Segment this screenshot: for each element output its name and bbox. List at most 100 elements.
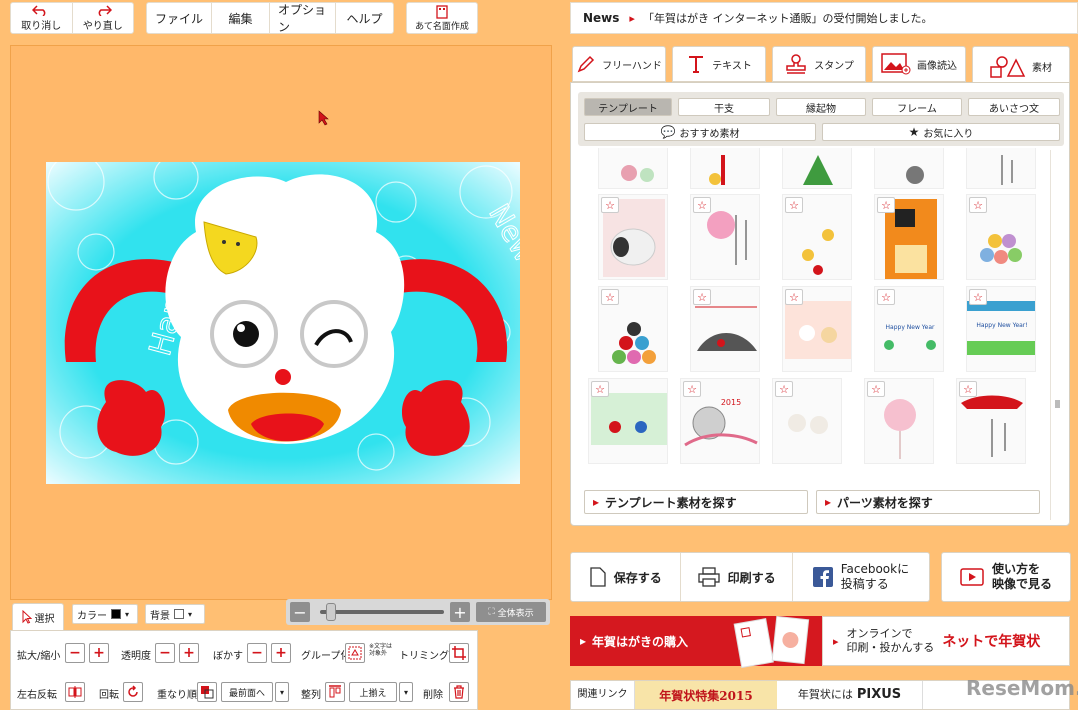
template-thumbnail[interactable] [782,148,852,189]
order-icon-button[interactable] [197,682,217,702]
template-thumbnail[interactable]: ☆ [588,378,668,464]
blur-up-button[interactable]: + [271,643,291,663]
favorite-star-icon[interactable]: ☆ [601,197,619,213]
save-button[interactable]: 保存する [571,553,680,601]
template-thumbnail[interactable]: ☆ Happy New Year [874,286,944,372]
template-thumbnail[interactable] [690,148,760,189]
favorite-star-icon[interactable]: ☆ [785,197,803,213]
group-note-2: 対象外 [369,650,388,658]
stamp-icon [786,54,806,74]
template-thumbnail[interactable] [966,148,1036,189]
template-thumbnail[interactable] [598,148,668,189]
category-engimono[interactable]: 縁起物 [776,98,866,116]
favorite-star-icon[interactable]: ☆ [969,289,987,305]
group-button[interactable] [345,643,365,663]
zoom-slider-thumb[interactable] [326,603,336,621]
favorite-star-icon[interactable]: ☆ [775,381,793,397]
facebook-icon [812,567,833,587]
category-greeting[interactable]: あいさつ文 [968,98,1060,116]
pixus-prefix: 年賀状には [797,688,853,701]
pencil-icon [577,55,595,73]
subcategory-recommended[interactable]: 💬 おすすめ素材 [584,123,816,141]
postcard-preview[interactable]: Happy New Year! [46,162,520,484]
delete-button[interactable] [449,682,469,702]
subcategory-favorites[interactable]: ★ お気に入り [822,123,1060,141]
menu-file[interactable]: ファイル [147,3,211,33]
trim-button[interactable] [449,643,469,663]
align-select[interactable]: 上揃え [349,682,397,702]
align-icon-button[interactable] [325,682,345,702]
tab-material[interactable]: 素材 [972,46,1070,86]
arrow-icon: ▸ [629,11,635,25]
category-eto[interactable]: 干支 [678,98,770,116]
favorite-star-icon[interactable]: ☆ [591,381,609,397]
menu-edit[interactable]: 編集 [211,3,269,33]
news-link[interactable]: 「年賀はがき インターネット通販」の受付開始しました。 [643,10,933,26]
find-template-button[interactable]: ▸ テンプレート素材を探す [584,490,808,514]
how-to-video-button[interactable]: 使い方を 映像で見る [941,552,1071,602]
menu-options[interactable]: オプション [269,3,335,34]
background-dropdown[interactable]: 背景 ▾ [145,604,205,624]
facebook-post-button[interactable]: Facebookに 投稿する [791,553,929,601]
favorite-star-icon[interactable]: ☆ [693,289,711,305]
favorite-star-icon[interactable]: ☆ [601,289,619,305]
favorite-star-icon[interactable]: ☆ [683,381,701,397]
opacity-up-button[interactable]: + [179,643,199,663]
template-thumbnail[interactable]: ☆ [782,194,852,280]
nengajo-feature-link[interactable]: 年賀状特集2015 [635,681,777,709]
favorite-star-icon[interactable]: ☆ [877,197,895,213]
favorite-star-icon[interactable]: ☆ [959,381,977,397]
category-template[interactable]: テンプレート [584,98,672,116]
order-dropdown-arrow-icon[interactable]: ▾ [275,682,289,702]
zoom-bar: − + ⛶ 全体表示 [286,599,550,625]
template-thumbnail[interactable]: ☆ [772,378,842,464]
fit-all-button[interactable]: ⛶ 全体表示 [476,602,546,622]
template-thumbnail[interactable]: ☆ 2015 [680,378,760,464]
zoom-in-button[interactable]: + [450,602,470,622]
zoom-out-button[interactable]: − [290,602,310,622]
category-frame[interactable]: フレーム [872,98,962,116]
favorite-star-icon[interactable]: ☆ [877,289,895,305]
align-dropdown-arrow-icon[interactable]: ▾ [399,682,413,702]
pixus-link[interactable]: 年賀状には PIXUS [777,681,923,709]
zoom-slider-track[interactable] [320,610,444,614]
tab-stamp[interactable]: スタンプ [772,46,866,82]
scale-down-button[interactable]: − [65,643,85,663]
opacity-down-button[interactable]: − [155,643,175,663]
print-button[interactable]: 印刷する [680,553,791,601]
template-thumbnail[interactable]: ☆ [874,194,944,280]
color-dropdown[interactable]: カラー ▾ [72,604,138,624]
address-side-button[interactable]: あて名面作成 [406,2,478,34]
template-thumbnail[interactable]: ☆ [598,194,668,280]
template-thumbnail[interactable]: ☆ [864,378,934,464]
redo-button[interactable]: やり直し [71,3,134,33]
undo-button[interactable]: 取り消し [11,3,72,33]
favorite-star-icon[interactable]: ☆ [867,381,885,397]
favorite-star-icon[interactable]: ☆ [693,197,711,213]
tab-image-load[interactable]: 画像読込 [872,46,966,82]
tab-text[interactable]: テキスト [672,46,766,82]
order-select[interactable]: 最前面へ [221,682,273,702]
blur-down-button[interactable]: − [247,643,267,663]
template-thumbnail[interactable]: ☆ [956,378,1026,464]
favorite-star-icon[interactable]: ☆ [969,197,987,213]
template-thumbnail[interactable]: ☆ [690,194,760,280]
select-tool-tab[interactable]: 選択 [12,603,64,631]
buy-postcards-label: 年賀はがきの購入 [592,634,689,649]
template-thumbnail[interactable]: ☆ [966,194,1036,280]
tab-freehand[interactable]: フリーハンド [572,46,666,82]
template-thumbnail[interactable]: ☆ Happy New Year! [966,286,1036,372]
online-print-banner[interactable]: ▸ オンラインで 印刷・投かんする ネットで年賀状 [822,616,1070,666]
menu-help[interactable]: ヘルプ [335,3,393,33]
scroll-thumb[interactable] [1055,400,1060,408]
scale-up-button[interactable]: + [89,643,109,663]
template-thumbnail[interactable] [874,148,944,189]
panel-scrollbar[interactable] [1050,150,1064,520]
template-thumbnail[interactable]: ☆ [690,286,760,372]
favorite-star-icon[interactable]: ☆ [785,289,803,305]
rotate-button[interactable] [123,682,143,702]
find-parts-button[interactable]: ▸ パーツ素材を探す [816,490,1040,514]
template-thumbnail[interactable]: ☆ [598,286,668,372]
flip-button[interactable] [65,682,85,702]
template-thumbnail[interactable]: ☆ [782,286,852,372]
